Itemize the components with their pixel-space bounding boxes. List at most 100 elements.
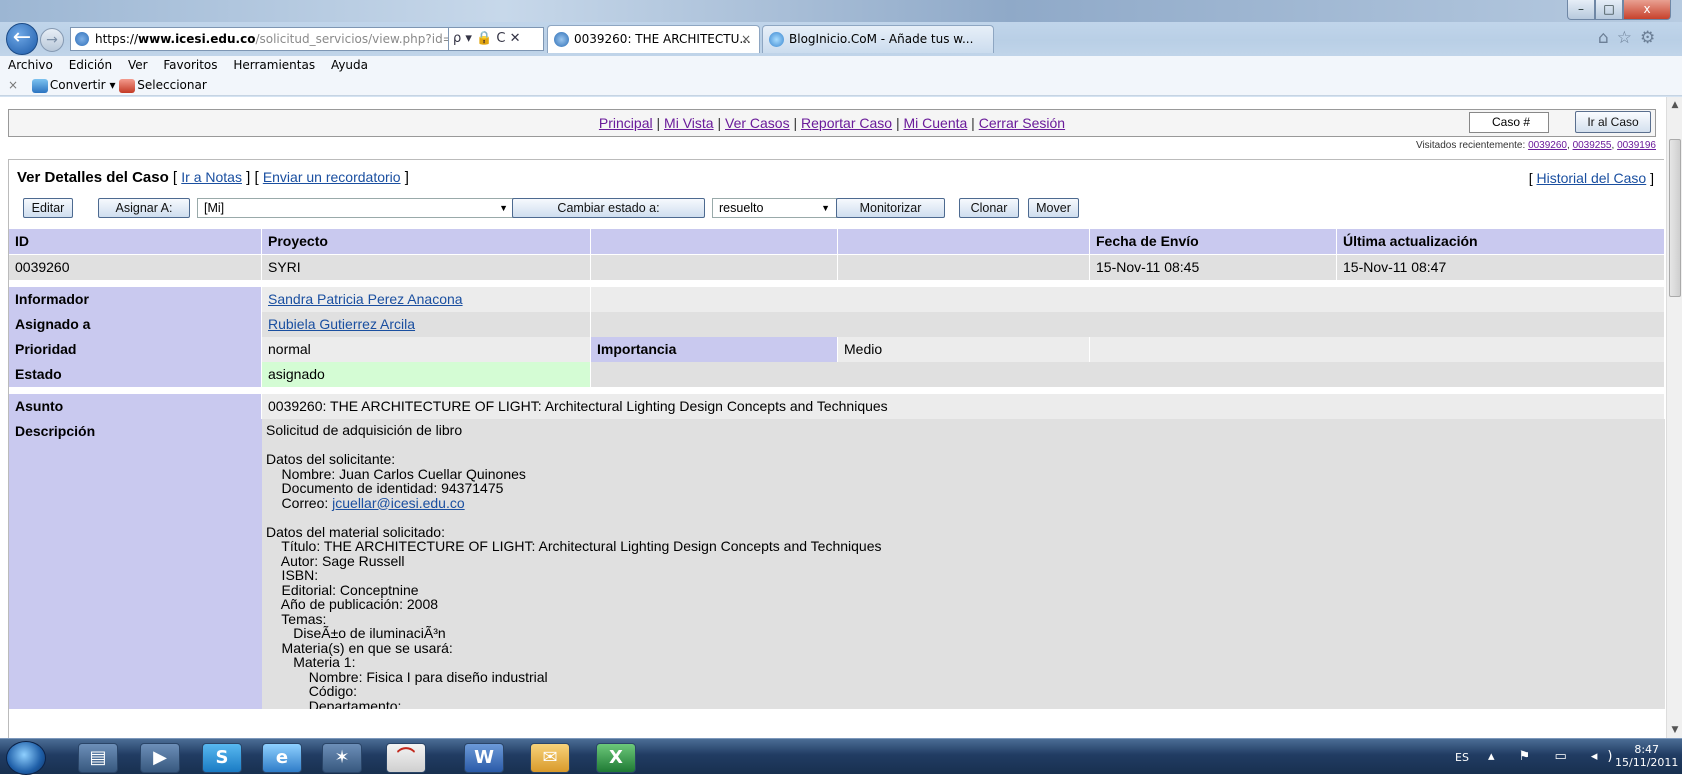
nav-cerrar-sesion[interactable]: Cerrar Sesión [979, 115, 1065, 131]
history-link-wrap: [ Historial del Caso ] [1528, 170, 1654, 186]
close-window-button[interactable]: x [1623, 0, 1671, 20]
scroll-down-icon[interactable]: ▼ [1667, 722, 1682, 738]
col-id: ID [9, 229, 262, 254]
system-tray: ES ▴ ⚑ ▭ ◂) 8:47 15/11/2011 [1450, 741, 1680, 773]
close-toolbar-icon[interactable]: × [8, 78, 18, 92]
explorer-icon[interactable]: ▤ [78, 743, 118, 773]
address-scheme: https:// [95, 32, 139, 46]
clone-button[interactable]: Clonar [959, 198, 1019, 218]
case-number-input[interactable]: Caso # [1469, 112, 1549, 133]
address-tools[interactable]: ρ ▾ 🔒 C ✕ [448, 27, 544, 51]
nav-principal[interactable]: Principal [599, 115, 653, 131]
recent-link[interactable]: 0039260 [1528, 140, 1567, 151]
menu-archivo[interactable]: Archivo [8, 58, 53, 72]
recent-link[interactable]: 0039255 [1573, 140, 1612, 151]
nav-mi-vista[interactable]: Mi Vista [664, 115, 714, 131]
description-label: Descripción [9, 419, 262, 709]
menu-edicion[interactable]: Edición [69, 58, 112, 72]
go-to-case-button[interactable]: Ir al Caso [1575, 111, 1651, 133]
clock[interactable]: 8:47 15/11/2011 [1615, 743, 1678, 769]
priority-label: Prioridad [9, 337, 262, 362]
status-select[interactable]: resuelto ▼ [712, 198, 837, 218]
scroll-up-icon[interactable]: ▲ [1667, 97, 1682, 113]
forward-button[interactable]: → [40, 28, 64, 52]
tab-bloginicio[interactable]: BlogInicio.CoM - Añade tus w... [762, 25, 994, 53]
convert-pdf-icon [31, 78, 48, 93]
nav-separator: | [713, 115, 725, 131]
recent-link[interactable]: 0039196 [1617, 140, 1656, 151]
convert-button[interactable]: Convertir [50, 78, 106, 92]
nav-separator: | [967, 115, 979, 131]
nav-mi-cuenta[interactable]: Mi Cuenta [903, 115, 967, 131]
col-project: Proyecto [262, 229, 591, 254]
tray-icons[interactable]: ▴ ⚑ ▭ ◂) [1488, 749, 1622, 764]
maximize-button[interactable]: □ [1595, 0, 1623, 20]
minimize-button[interactable]: – [1567, 0, 1595, 20]
internet-explorer-icon[interactable]: e [262, 743, 302, 773]
tab-active[interactable]: 0039260: THE ARCHITECTU... × [547, 25, 760, 53]
chevron-down-icon[interactable]: ▾ [109, 78, 119, 92]
reporter-cell: Sandra Patricia Perez Anacona [262, 287, 591, 312]
assign-button[interactable]: Asignar A: [98, 198, 190, 218]
case-id: 0039260 [9, 255, 262, 280]
menu-ver[interactable]: Ver [128, 58, 148, 72]
close-tab-icon[interactable]: × [741, 26, 751, 52]
scroll-thumb[interactable] [1669, 139, 1681, 297]
nav-separator: | [789, 115, 802, 131]
address-path: /solicitud_servicios/view.php?id=392( [255, 32, 481, 46]
cell-empty [1090, 337, 1665, 362]
chevron-down-icon: ▼ [499, 203, 508, 213]
change-status-button[interactable]: Cambiar estado a: [512, 198, 705, 218]
menu-herramientas[interactable]: Herramientas [233, 58, 315, 72]
home-favorites-tools-icons[interactable]: ⌂☆⚙ [1598, 28, 1678, 50]
assigned-cell: Rubiela Gutierrez Arcila [262, 312, 591, 337]
skype-icon[interactable]: S [202, 743, 242, 773]
language-indicator[interactable]: ES [1455, 751, 1469, 764]
reporter-link[interactable]: Sandra Patricia Perez Anacona [268, 291, 463, 307]
table-row: 0039260 SYRI 15-Nov-11 08:45 15-Nov-11 0… [9, 255, 1665, 280]
email-link[interactable]: jcuellar@icesi.edu.co [332, 495, 465, 511]
web-page: Principal | Mi Vista | Ver Casos | Repor… [0, 97, 1666, 738]
reminder-link[interactable]: Enviar un recordatorio [263, 169, 401, 185]
move-button[interactable]: Mover [1028, 198, 1079, 218]
monitor-button[interactable]: Monitorizar [836, 198, 945, 218]
desc-line: Correo: [266, 494, 333, 511]
table-header-row: ID Proyecto Fecha de Envío Última actual… [9, 229, 1665, 254]
messenger-icon[interactable]: ✶ [322, 743, 362, 773]
acrobat-icon[interactable]: ⌒ [386, 743, 426, 773]
assign-select[interactable]: [Mi] ▼ [197, 198, 515, 218]
media-player-icon[interactable]: ▶ [140, 743, 180, 773]
edit-button[interactable]: Editar [23, 198, 73, 218]
select-button[interactable]: Seleccionar [137, 78, 206, 92]
cell-empty [591, 287, 1665, 312]
page-title: Ver Detalles del Caso [17, 169, 169, 186]
cell-empty [591, 312, 1665, 337]
priority-value: normal [262, 337, 591, 362]
back-button[interactable]: ← [6, 23, 38, 55]
assigned-label: Asignado a [9, 312, 262, 337]
word-icon[interactable]: W [464, 743, 504, 773]
clock-date: 15/11/2011 [1615, 756, 1679, 769]
nav-reportar-caso[interactable]: Reportar Caso [801, 115, 892, 131]
excel-icon[interactable]: X [596, 743, 636, 773]
menu-ayuda[interactable]: Ayuda [331, 58, 368, 72]
case-project: SYRI [262, 255, 591, 280]
menu-favoritos[interactable]: Favoritos [163, 58, 217, 72]
history-link[interactable]: Historial del Caso [1537, 170, 1647, 186]
assigned-link[interactable]: Rubiela Gutierrez Arcila [268, 316, 415, 332]
notes-link[interactable]: Ir a Notas [181, 169, 242, 185]
forward-arrow-icon: → [46, 32, 58, 48]
assign-value: [Mi] [204, 201, 225, 215]
status-row: Estado asignado [9, 362, 1665, 387]
tab-site-icon [554, 32, 569, 47]
vertical-scrollbar[interactable]: ▲ ▼ [1666, 97, 1682, 738]
address-domain: www.icesi.edu.co [138, 32, 256, 46]
outlook-icon[interactable]: ✉ [530, 743, 570, 773]
case-details-panel: Ver Detalles del Caso [ Ir a Notas ] [ E… [8, 159, 1665, 738]
panel-title: Ver Detalles del Caso [ Ir a Notas ] [ E… [17, 169, 409, 186]
nav-ver-casos[interactable]: Ver Casos [725, 115, 790, 131]
desc-line: Departamento: [266, 697, 402, 709]
description-text: Solicitud de adquisición de libro Datos … [262, 419, 1665, 709]
case-submitted: 15-Nov-11 08:45 [1090, 255, 1337, 280]
start-button[interactable] [6, 741, 46, 775]
